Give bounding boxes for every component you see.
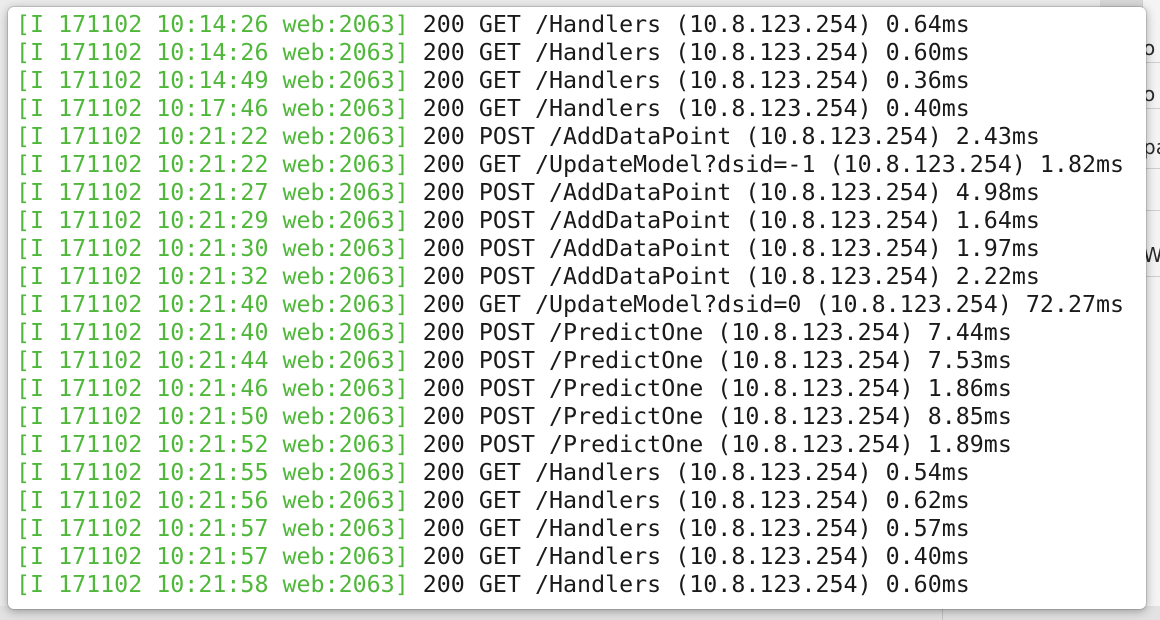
log-line: [I 171102 10:21:40 web:2063] 200 POST /P… <box>16 319 1124 347</box>
log-line: [I 171102 10:21:30 web:2063] 200 POST /A… <box>16 235 1124 263</box>
log-line: [I 171102 10:21:50 web:2063] 200 POST /P… <box>16 403 1124 431</box>
log-output-popover[interactable]: [I 171102 10:14:26 web:2063] 200 GET /Ha… <box>8 7 1146 609</box>
log-line-message: 200 POST /AddDataPoint (10.8.123.254) 4.… <box>408 179 1040 206</box>
log-line-message: 200 GET /Handlers (10.8.123.254) 0.62ms <box>408 487 970 514</box>
log-line-prefix: [I 171102 10:21:57 web:2063] <box>16 515 409 542</box>
log-line-prefix: [I 171102 10:21:44 web:2063] <box>16 347 409 374</box>
log-line-message: 200 POST /PredictOne (10.8.123.254) 7.53… <box>408 347 1012 374</box>
log-line: [I 171102 10:14:49 web:2063] 200 GET /Ha… <box>16 67 1124 95</box>
log-line-message: 200 POST /PredictOne (10.8.123.254) 8.85… <box>408 403 1012 430</box>
log-line: [I 171102 10:21:44 web:2063] 200 POST /P… <box>16 347 1124 375</box>
log-line-message: 200 GET /Handlers (10.8.123.254) 0.60ms <box>408 571 970 598</box>
log-line-message: 200 POST /PredictOne (10.8.123.254) 1.86… <box>408 375 1012 402</box>
log-line-message: 200 POST /PredictOne (10.8.123.254) 1.89… <box>408 431 1012 458</box>
log-line-prefix: [I 171102 10:21:29 web:2063] <box>16 207 409 234</box>
log-line-prefix: [I 171102 10:14:26 web:2063] <box>16 11 409 38</box>
log-line-prefix: [I 171102 10:21:55 web:2063] <box>16 459 409 486</box>
log-line-message: 200 GET /Handlers (10.8.123.254) 0.60ms <box>408 39 970 66</box>
log-line-prefix: [I 171102 10:21:40 web:2063] <box>16 319 409 346</box>
log-line-prefix: [I 171102 10:21:52 web:2063] <box>16 431 409 458</box>
log-line-prefix: [I 171102 10:17:46 web:2063] <box>16 95 409 122</box>
log-line: [I 171102 10:21:57 web:2063] 200 GET /Ha… <box>16 543 1124 571</box>
log-line-message: 200 POST /AddDataPoint (10.8.123.254) 2.… <box>408 123 1040 150</box>
log-line-message: 200 GET /Handlers (10.8.123.254) 0.64ms <box>408 11 970 38</box>
log-output[interactable]: [I 171102 10:14:26 web:2063] 200 GET /Ha… <box>16 11 1124 599</box>
log-line-message: 200 GET /Handlers (10.8.123.254) 0.54ms <box>408 459 970 486</box>
log-line-message: 200 GET /UpdateModel?dsid=0 (10.8.123.25… <box>408 291 1125 318</box>
log-line: [I 171102 10:21:56 web:2063] 200 GET /Ha… <box>16 487 1124 515</box>
log-line: [I 171102 10:21:22 web:2063] 200 POST /A… <box>16 123 1124 151</box>
log-line-message: 200 GET /Handlers (10.8.123.254) 0.36ms <box>408 67 970 94</box>
log-line: [I 171102 10:14:26 web:2063] 200 GET /Ha… <box>16 39 1124 67</box>
log-line-message: 200 GET /Handlers (10.8.123.254) 0.40ms <box>408 95 970 122</box>
log-line-prefix: [I 171102 10:21:27 web:2063] <box>16 179 409 206</box>
log-line-prefix: [I 171102 10:21:46 web:2063] <box>16 375 409 402</box>
log-line-prefix: [I 171102 10:21:22 web:2063] <box>16 151 409 178</box>
log-line-prefix: [I 171102 10:21:32 web:2063] <box>16 263 409 290</box>
log-line-message: 200 POST /AddDataPoint (10.8.123.254) 2.… <box>408 263 1040 290</box>
log-line-message: 200 POST /AddDataPoint (10.8.123.254) 1.… <box>408 207 1040 234</box>
log-line: [I 171102 10:21:40 web:2063] 200 GET /Up… <box>16 291 1124 319</box>
log-line-prefix: [I 171102 10:14:49 web:2063] <box>16 67 409 94</box>
background-divider <box>942 608 943 620</box>
log-line: [I 171102 10:21:22 web:2063] 200 GET /Up… <box>16 151 1124 179</box>
log-line: [I 171102 10:21:58 web:2063] 200 GET /Ha… <box>16 571 1124 599</box>
log-line-prefix: [I 171102 10:21:56 web:2063] <box>16 487 409 514</box>
log-line-prefix: [I 171102 10:21:57 web:2063] <box>16 543 409 570</box>
log-line: [I 171102 10:14:26 web:2063] 200 GET /Ha… <box>16 11 1124 39</box>
log-line-message: 200 POST /AddDataPoint (10.8.123.254) 1.… <box>408 235 1040 262</box>
log-line-message: 200 GET /UpdateModel?dsid=-1 (10.8.123.2… <box>408 151 1125 178</box>
log-line-message: 200 GET /Handlers (10.8.123.254) 0.40ms <box>408 543 970 570</box>
log-line: [I 171102 10:21:52 web:2063] 200 POST /P… <box>16 431 1124 459</box>
log-line: [I 171102 10:21:55 web:2063] 200 GET /Ha… <box>16 459 1124 487</box>
log-line-prefix: [I 171102 10:21:58 web:2063] <box>16 571 409 598</box>
log-line: [I 171102 10:17:46 web:2063] 200 GET /Ha… <box>16 95 1124 123</box>
log-line: [I 171102 10:21:27 web:2063] 200 POST /A… <box>16 179 1124 207</box>
log-line: [I 171102 10:21:46 web:2063] 200 POST /P… <box>16 375 1124 403</box>
log-line-prefix: [I 171102 10:21:50 web:2063] <box>16 403 409 430</box>
log-line: [I 171102 10:21:57 web:2063] 200 GET /Ha… <box>16 515 1124 543</box>
log-line-prefix: [I 171102 10:21:40 web:2063] <box>16 291 409 318</box>
log-line-message: 200 GET /Handlers (10.8.123.254) 0.57ms <box>408 515 970 542</box>
log-line-prefix: [I 171102 10:14:26 web:2063] <box>16 39 409 66</box>
log-line-prefix: [I 171102 10:21:22 web:2063] <box>16 123 409 150</box>
log-line: [I 171102 10:21:32 web:2063] 200 POST /A… <box>16 263 1124 291</box>
log-line-prefix: [I 171102 10:21:30 web:2063] <box>16 235 409 262</box>
log-line: [I 171102 10:21:29 web:2063] 200 POST /A… <box>16 207 1124 235</box>
log-line-message: 200 POST /PredictOne (10.8.123.254) 7.44… <box>408 319 1012 346</box>
